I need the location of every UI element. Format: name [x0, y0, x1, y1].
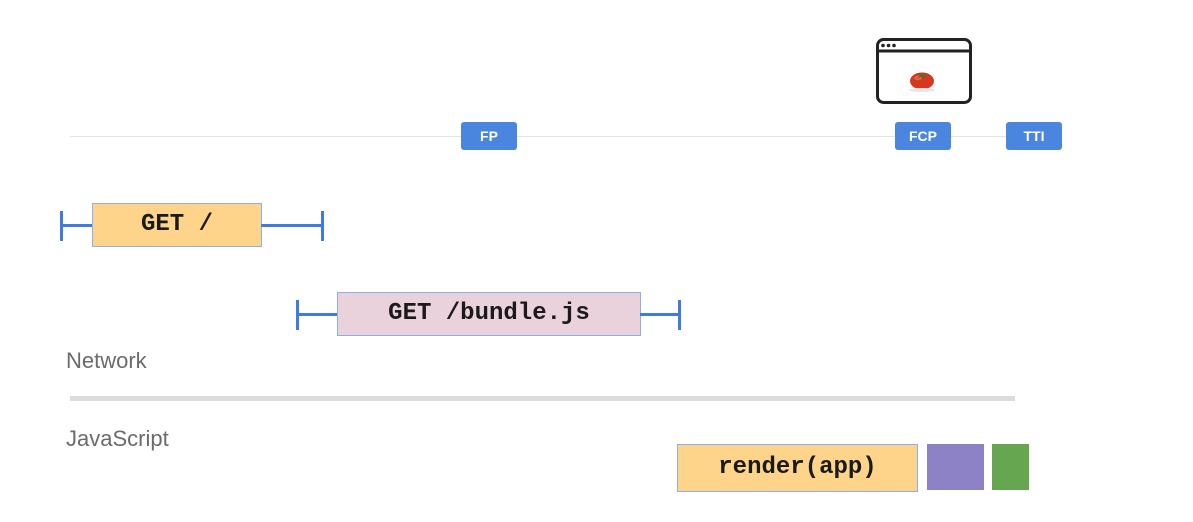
section-divider	[70, 396, 1015, 401]
javascript-section-label: JavaScript	[66, 426, 169, 451]
js-task-purple	[927, 444, 984, 490]
fcp-marker: FCP	[895, 122, 951, 150]
browser-window-tomato-icon	[876, 38, 972, 104]
network-section-label: Network	[66, 348, 147, 373]
request-end-cap	[678, 300, 681, 330]
request-whisker-right	[261, 224, 323, 227]
request-box: GET /	[92, 203, 262, 247]
request-box: GET /bundle.js	[337, 292, 641, 336]
loading-timeline-diagram: FP FCP TTI GET / GET /bundle.js Network …	[0, 0, 1193, 522]
request-whisker-right	[640, 313, 680, 316]
request-whisker-left	[298, 313, 338, 316]
render-app-task: render(app)	[677, 444, 918, 492]
request-whisker-left	[62, 224, 94, 227]
tti-marker: TTI	[1006, 122, 1062, 150]
js-task-green	[992, 444, 1029, 490]
request-end-cap	[321, 211, 324, 241]
fp-marker: FP	[461, 122, 517, 150]
